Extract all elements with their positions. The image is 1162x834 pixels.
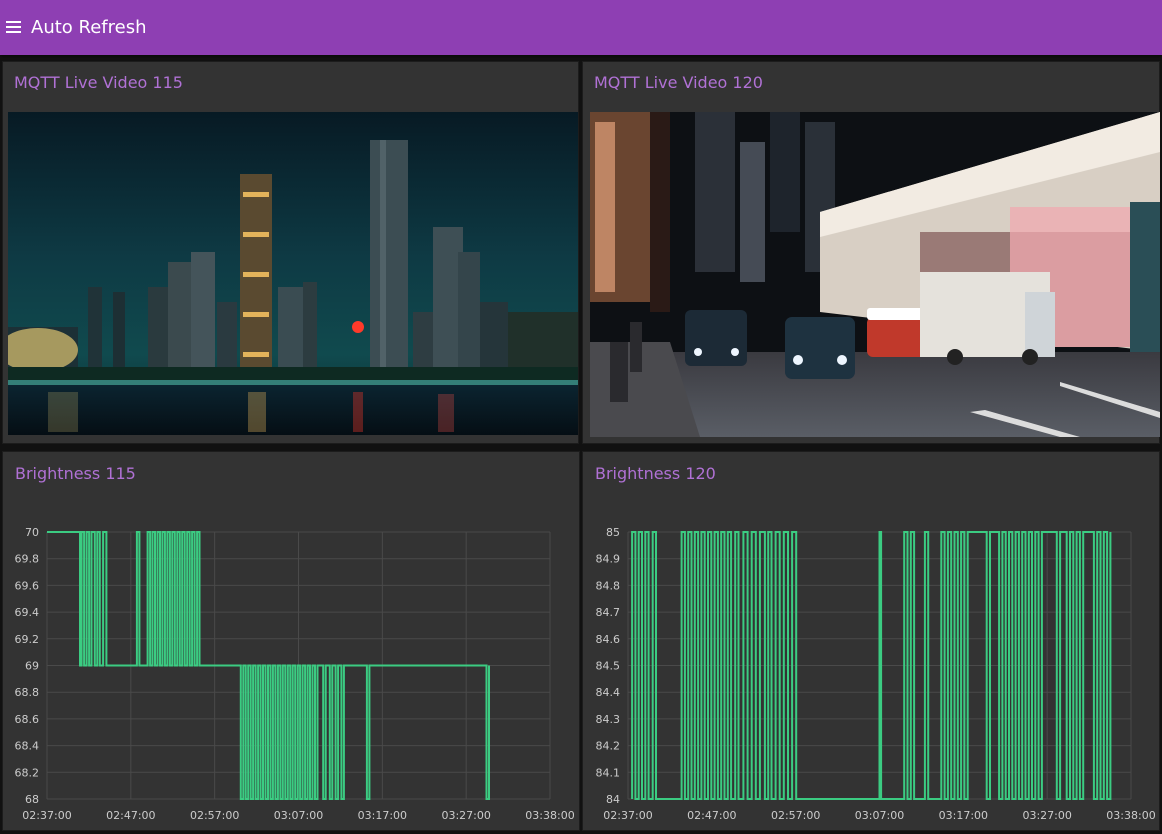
x-tick-label: 02:47:00 (106, 809, 155, 822)
x-tick-label: 03:27:00 (441, 809, 490, 822)
live-video-frame[interactable] (8, 112, 578, 435)
live-video-frame[interactable] (590, 112, 1160, 437)
video-card-120: MQTT Live Video 120 (582, 61, 1160, 444)
y-tick-label: 84.2 (596, 740, 621, 753)
x-tick-label: 03:17:00 (358, 809, 407, 822)
y-tick-label: 84.3 (596, 713, 621, 726)
x-tick-label: 02:47:00 (687, 809, 736, 822)
brightness-120-chart: 85 84.9 84.8 84.7 84.6 84.5 84.4 84.3 84.2 84.1 84… (596, 526, 1156, 822)
app-header: Auto Refresh (0, 0, 1162, 55)
y-tick-label: 68.2 (15, 766, 40, 779)
x-tick-label: 02:37:00 (22, 809, 71, 822)
x-tick-label: 03:38:00 (525, 809, 574, 822)
y-tick-label: 84.5 (596, 660, 621, 673)
x-tick-label: 02:37:00 (603, 809, 652, 822)
y-tick-label: 70 (25, 526, 39, 539)
brightness-card-115: Brightness 115 70 69.8 69.6 69.4 69.2 69 68.8 6… (2, 451, 580, 831)
x-tick-label: 02:57:00 (771, 809, 820, 822)
y-tick-label: 68.8 (15, 686, 40, 699)
video-card-115: MQTT Live Video 115 (2, 61, 579, 444)
y-tick-label: 84.6 (596, 633, 621, 646)
y-tick-label: 69.6 (15, 579, 40, 592)
x-tick-label: 03:07:00 (274, 809, 323, 822)
brightness-115-chart: 70 69.8 69.6 69.4 69.2 69 68.8 68.6 68.4 68.2 68 02… (15, 526, 575, 822)
y-tick-label: 84.8 (596, 579, 621, 592)
brightness-series-line (47, 531, 490, 800)
x-tick-label: 03:27:00 (1022, 809, 1071, 822)
y-tick-label: 84.9 (596, 553, 621, 566)
app-title: Auto Refresh (31, 17, 147, 38)
y-tick-label: 69.8 (15, 553, 40, 566)
x-tick-label: 02:57:00 (190, 809, 239, 822)
y-tick-label: 69.2 (15, 633, 40, 646)
y-tick-label: 69.4 (15, 606, 40, 619)
y-tick-label: 84.1 (596, 766, 621, 779)
y-tick-label: 68.6 (15, 713, 40, 726)
street-scene-image (590, 112, 1160, 437)
city-skyline-image (8, 112, 578, 435)
video-card-title: MQTT Live Video 120 (594, 73, 763, 92)
y-tick-label: 69 (25, 660, 39, 673)
hamburger-menu-icon[interactable] (6, 21, 21, 34)
x-tick-label: 03:17:00 (939, 809, 988, 822)
y-tick-label: 84 (606, 793, 620, 806)
x-tick-label: 03:38:00 (1106, 809, 1155, 822)
brightness-card-120: Brightness 120 85 84.9 84.8 84.7 84.6 84.5 84.… (582, 451, 1160, 831)
y-tick-label: 85 (606, 526, 620, 539)
x-tick-label: 03:07:00 (855, 809, 904, 822)
y-tick-label: 68.4 (15, 740, 40, 753)
y-tick-label: 68 (25, 793, 39, 806)
video-card-title: MQTT Live Video 115 (14, 73, 183, 92)
y-tick-label: 84.7 (596, 606, 621, 619)
y-tick-label: 84.4 (596, 686, 621, 699)
